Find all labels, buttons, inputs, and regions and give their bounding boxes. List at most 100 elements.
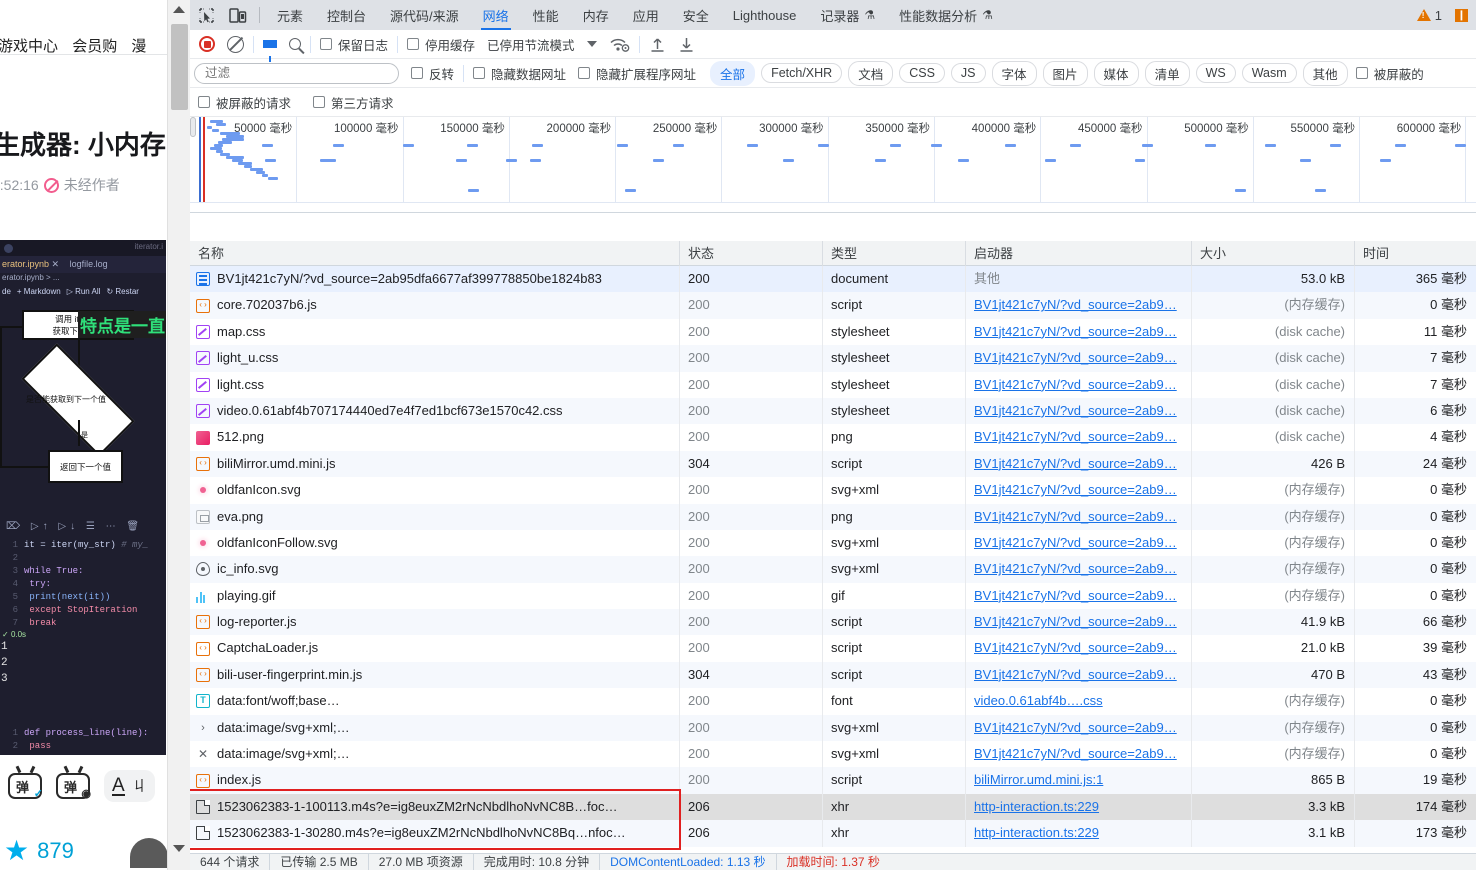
- tab-memory[interactable]: 内存: [571, 0, 621, 30]
- invert-checkbox[interactable]: 反转: [411, 64, 454, 83]
- type-filter-img[interactable]: 图片: [1042, 60, 1088, 86]
- cell-initiator[interactable]: 其他: [966, 266, 1192, 293]
- nav-item-manga[interactable]: 漫: [131, 38, 146, 55]
- type-filter-manifest[interactable]: 清单: [1144, 60, 1190, 86]
- hide-extension-urls-checkbox[interactable]: 隐藏扩展程序网址: [578, 64, 696, 83]
- tab-security[interactable]: 安全: [671, 0, 721, 30]
- table-row[interactable]: oldfanIconFollow.svg 200 svg+xml BV1jt421c7…: [190, 529, 1476, 557]
- table-row[interactable]: playing.gif 200 gif BV1jt421c7yN/?vd_source…: [190, 582, 1476, 610]
- table-row[interactable]: ✕ data:image/svg+xml;… 200 svg+xml BV1jt421c…: [190, 741, 1476, 768]
- page-scrollbar[interactable]: [167, 0, 190, 870]
- cell-initiator[interactable]: BV1jt421c7yN/?vd_source=2ab9…: [966, 529, 1192, 557]
- inspect-element-icon[interactable]: [190, 0, 222, 30]
- cell-name[interactable]: Tdata:font/woff;base…: [190, 688, 680, 715]
- cell-initiator[interactable]: BV1jt421c7yN/?vd_source=2ab9…: [966, 714, 1192, 742]
- tab-sources[interactable]: 源代码/来源: [378, 0, 471, 30]
- warning-indicator[interactable]: 1: [1416, 0, 1442, 30]
- cell-initiator[interactable]: BV1jt421c7yN/?vd_source=2ab9…: [966, 450, 1192, 478]
- blocked-requests-checkbox[interactable]: 被屏蔽的请求: [198, 93, 291, 112]
- clear-button[interactable]: [227, 35, 244, 53]
- cell-initiator[interactable]: BV1jt421c7yN/?vd_source=2ab9…: [966, 424, 1192, 451]
- initiator-link[interactable]: BV1jt421c7yN/?vd_source=2ab9…: [974, 429, 1177, 444]
- search-button[interactable]: [289, 38, 301, 50]
- table-row[interactable]: BV1jt421c7yN/?vd_source=2ab95dfa6677af39…: [190, 266, 1476, 293]
- type-filter-doc[interactable]: 文档: [848, 60, 894, 86]
- export-har-button[interactable]: [678, 36, 695, 53]
- tab-network[interactable]: 网络: [471, 0, 521, 30]
- table-row[interactable]: ‹› bili-user-fingerprint.min.js 304 script B…: [190, 661, 1476, 689]
- cell-initiator[interactable]: BV1jt421c7yN/?vd_source=2ab9…: [966, 503, 1192, 530]
- cell-name[interactable]: light_u.css: [190, 345, 680, 372]
- initiator-link[interactable]: BV1jt421c7yN/?vd_source=2ab9…: [974, 535, 1177, 550]
- nav-item-game-center[interactable]: 游戏中心: [0, 38, 58, 55]
- initiator-link[interactable]: video.0.61abf4b….css: [974, 693, 1103, 708]
- tab-application[interactable]: 应用: [621, 0, 671, 30]
- cell-name[interactable]: eva.png: [190, 503, 680, 530]
- initiator-link[interactable]: BV1jt421c7yN/?vd_source=2ab9…: [974, 297, 1177, 312]
- table-row[interactable]: ‹› index.js 200 script biliMirror.umd.mini.j…: [190, 767, 1476, 794]
- cell-initiator[interactable]: BV1jt421c7yN/?vd_source=2ab9…: [966, 635, 1192, 662]
- disable-cache-checkbox[interactable]: 停用缓存: [407, 35, 475, 54]
- filter-input[interactable]: [194, 62, 399, 84]
- type-filter-media[interactable]: 媒体: [1093, 60, 1139, 86]
- video-player-toolbar[interactable]: 弹 ✓ 弹 ◉ A 丩: [0, 760, 166, 812]
- initiator-link[interactable]: BV1jt421c7yN/?vd_source=2ab9…: [974, 667, 1177, 682]
- cell-name[interactable]: map.css: [190, 318, 680, 346]
- network-conditions-button[interactable]: [609, 36, 630, 52]
- filter-toggle-button[interactable]: [263, 40, 277, 62]
- cell-initiator[interactable]: BV1jt421c7yN/?vd_source=2ab9…: [966, 582, 1192, 610]
- tab-console[interactable]: 控制台: [315, 0, 378, 30]
- ide-tool-code[interactable]: de: [2, 287, 11, 296]
- table-row[interactable]: video.0.61abf4b707174440ed7e4f7ed1bcf673…: [190, 397, 1476, 425]
- type-filter-css[interactable]: CSS: [899, 63, 945, 83]
- initiator-link[interactable]: BV1jt421c7yN/?vd_source=2ab9…: [974, 350, 1177, 365]
- ide-tool-restart[interactable]: ↻ Restar: [106, 287, 139, 296]
- table-row[interactable]: eva.png 200 png BV1jt421c7yN/?vd_source=2ab…: [190, 503, 1476, 530]
- notebook-cell-toolbar[interactable]: ⌦ ▷↑ ▷↓ ☰ ⋯ 🗑: [0, 517, 166, 539]
- type-filter-js[interactable]: JS: [950, 63, 986, 83]
- import-har-button[interactable]: [649, 36, 666, 53]
- column-header-status[interactable]: 状态: [680, 241, 823, 266]
- table-row[interactable]: › data:image/svg+xml;… 200 svg+xml BV1jt421c…: [190, 714, 1476, 742]
- record-button[interactable]: [199, 36, 215, 52]
- notebook-code-cell-1[interactable]: 1 it = iter(my_str) # my_ 2 3 while True: …: [0, 539, 166, 630]
- cell-name[interactable]: ic_info.svg: [190, 556, 680, 583]
- tab-lighthouse[interactable]: Lighthouse: [721, 0, 809, 30]
- cell-name[interactable]: playing.gif: [190, 582, 680, 610]
- page-scrollbar-thumb[interactable]: [171, 24, 188, 110]
- column-header-type[interactable]: 类型: [823, 241, 966, 266]
- cell-name[interactable]: 512.png: [190, 424, 680, 451]
- cell-name[interactable]: ‹› index.js: [190, 767, 680, 794]
- star-icon[interactable]: ★: [4, 837, 29, 865]
- cell-initiator[interactable]: BV1jt421c7yN/?vd_source=2ab9…: [966, 741, 1192, 768]
- initiator-link[interactable]: BV1jt421c7yN/?vd_source=2ab9…: [974, 377, 1177, 392]
- table-header-row[interactable]: 名称 状态 类型 启动器 大小 时间: [190, 241, 1476, 266]
- danmaku-style-button[interactable]: A 丩: [104, 770, 155, 802]
- cell-name[interactable]: ✕ data:image/svg+xml;…: [190, 741, 680, 768]
- table-body[interactable]: BV1jt421c7yN/?vd_source=2ab95dfa6677af39…: [190, 266, 1476, 847]
- tab-performance-insights[interactable]: 性能数据分析 ⚗: [887, 0, 1005, 30]
- cell-initiator[interactable]: BV1jt421c7yN/?vd_source=2ab9…: [966, 318, 1192, 346]
- type-filter-fetch-xhr[interactable]: Fetch/XHR: [761, 63, 843, 83]
- cell-initiator[interactable]: http-interaction.ts:229: [966, 793, 1192, 821]
- type-filter-other[interactable]: 其他: [1302, 60, 1348, 86]
- table-row[interactable]: ic_info.svg 200 svg+xml BV1jt421c7yN/?vd_so…: [190, 556, 1476, 583]
- ide-tool-runall[interactable]: ▷ Run All: [67, 287, 101, 296]
- cell-initiator[interactable]: BV1jt421c7yN/?vd_source=2ab9…: [966, 345, 1192, 372]
- cell-name[interactable]: oldfanIcon.svg: [190, 477, 680, 504]
- scroll-down-arrow-icon[interactable]: [173, 845, 186, 858]
- cell-name[interactable]: video.0.61abf4b707174440ed7e4f7ed1bcf673…: [190, 397, 680, 425]
- ide-tab-logfile[interactable]: logfile.log: [70, 259, 108, 269]
- table-row[interactable]: 512.png 200 png BV1jt421c7yN/?vd_source=2ab…: [190, 424, 1476, 451]
- network-request-table[interactable]: 名称 状态 类型 启动器 大小 时间 BV1jt421c7yN/?vd_sour…: [190, 241, 1476, 853]
- initiator-link[interactable]: http-interaction.ts:229: [974, 825, 1099, 840]
- column-header-time[interactable]: 时间: [1355, 241, 1476, 266]
- device-toolbar-icon[interactable]: [222, 0, 254, 30]
- table-row[interactable]: oldfanIcon.svg 200 svg+xml BV1jt421c7yN/?vd…: [190, 477, 1476, 504]
- initiator-link[interactable]: BV1jt421c7yN/?vd_source=2ab9…: [974, 403, 1177, 418]
- initiator-link[interactable]: BV1jt421c7yN/?vd_source=2ab9…: [974, 456, 1177, 471]
- column-header-name[interactable]: 名称: [190, 241, 680, 266]
- initiator-link[interactable]: BV1jt421c7yN/?vd_source=2ab9…: [974, 640, 1177, 655]
- table-row[interactable]: light_u.css 200 stylesheet BV1jt421c7yN/?vd…: [190, 345, 1476, 372]
- blocked-cookies-checkbox[interactable]: 被屏蔽的: [1355, 64, 1424, 83]
